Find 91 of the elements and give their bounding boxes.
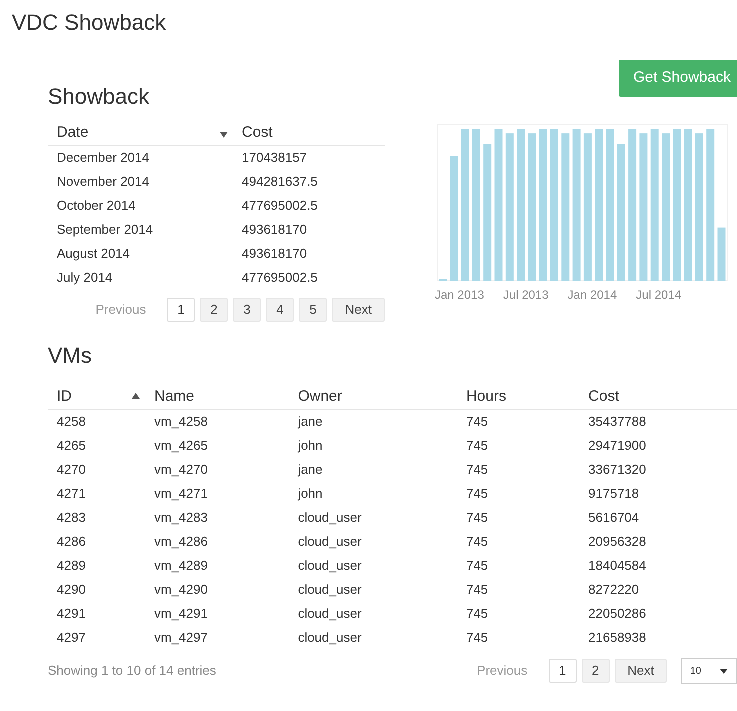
- table-cell-text: vm_4290: [153, 581, 209, 600]
- column-header[interactable]: Date: [57, 122, 220, 144]
- table-cell-text: 9175718: [588, 485, 640, 504]
- table-cell-text: cloud_user: [297, 629, 363, 648]
- bar: [718, 228, 726, 281]
- table-cell-text: August 2014: [56, 245, 132, 264]
- column-header[interactable]: Hours: [466, 386, 580, 408]
- axis-label: Jul 2014: [636, 287, 682, 304]
- table-cell-text: cloud_user: [297, 557, 363, 576]
- axis-label: Jul 2013: [503, 287, 549, 304]
- column-header[interactable]: Cost: [242, 122, 385, 144]
- table-cell-text: 745: [465, 581, 490, 600]
- table-cell-text: vm_4283: [153, 509, 209, 528]
- table-cell-text: john: [297, 485, 324, 504]
- table-cell-text: 745: [465, 557, 490, 576]
- table-info: Showing 1 to 10 of 14 entries: [48, 662, 218, 680]
- page-button[interactable]: 5: [299, 298, 328, 322]
- table-cell-text: 4289: [56, 557, 87, 576]
- table-cell-text: 4265: [56, 437, 87, 456]
- column-header[interactable]: Name: [154, 386, 290, 408]
- table-cell-text: cloud_user: [297, 581, 363, 600]
- table-cell-text: December 2014: [56, 149, 150, 168]
- table-cell-text: 170438157: [241, 149, 308, 168]
- table-cell-text: 493618170: [241, 245, 308, 264]
- table-cell-text: cloud_user: [297, 605, 363, 624]
- table-cell-text: 22050286: [588, 605, 648, 624]
- page-button[interactable]: 1: [548, 659, 577, 683]
- axis-label: Jan 2013: [435, 287, 484, 304]
- table-cell-text: 4270: [56, 461, 87, 480]
- section-heading: VMs: [48, 342, 93, 370]
- table-cell-text: 745: [465, 437, 490, 456]
- column-header[interactable]: Owner: [298, 386, 458, 408]
- table-cell-text: vm_4265: [153, 437, 209, 456]
- table-cell-text: 18404584: [588, 557, 648, 576]
- page-title: VDC Showback: [12, 9, 168, 37]
- table-cell-text: 4291: [56, 605, 87, 624]
- table-cell-text: 21658938: [588, 629, 648, 648]
- table-cell-text: 745: [465, 461, 490, 480]
- table-cell-text: 494281637.5: [241, 173, 319, 192]
- table-cell-text: vm_4271: [153, 485, 209, 504]
- table-cell-text: 745: [465, 485, 490, 504]
- page-button[interactable]: 1: [167, 298, 196, 322]
- table-cell-text: 4271: [56, 485, 87, 504]
- table-cell-text: 745: [465, 413, 490, 432]
- sort-down-icon[interactable]: [220, 132, 228, 138]
- table-cell-text: 477695002.5: [241, 197, 319, 216]
- table-cell-text: October 2014: [56, 197, 137, 216]
- table-cell-text: 35437788: [588, 413, 648, 432]
- table-cell-text: john: [297, 437, 324, 456]
- table-cell-text: vm_4258: [153, 413, 209, 432]
- table-cell-text: cloud_user: [297, 509, 363, 528]
- table-cell-text: November 2014: [56, 173, 150, 192]
- table-cell-text: 745: [465, 533, 490, 552]
- table-cell-text: 20956328: [588, 533, 648, 552]
- table-cell-text: 4297: [56, 629, 87, 648]
- page-button[interactable]: 2: [200, 298, 228, 322]
- sort-up-icon[interactable]: [132, 392, 140, 398]
- table-cell-text: 8272220: [588, 581, 640, 600]
- table-cell-text: July 2014: [56, 269, 114, 288]
- table-cell-text: September 2014: [56, 221, 154, 240]
- table-cell-text: vm_4286: [153, 533, 209, 552]
- table-cell-text: 4258: [56, 413, 87, 432]
- table-cell-text: 33671320: [588, 461, 648, 480]
- table-cell-text: jane: [297, 461, 324, 480]
- table-cell-text: 4283: [56, 509, 87, 528]
- page-button[interactable]: 2: [582, 659, 610, 683]
- section-heading: Showback: [48, 83, 151, 111]
- table-cell-text: 477695002.5: [241, 269, 319, 288]
- next-button[interactable]: Next: [332, 298, 385, 322]
- table-cell-text: 745: [465, 605, 490, 624]
- page-size-select[interactable]: 10: [681, 658, 737, 684]
- table-cell-text: vm_4291: [153, 605, 209, 624]
- table-cell-text: vm_4297: [153, 629, 209, 648]
- next-button[interactable]: Next: [614, 659, 668, 683]
- table-cell-text: 493618170: [241, 221, 308, 240]
- table-cell-text: vm_4270: [153, 461, 209, 480]
- table-cell-text: 29471900: [588, 437, 648, 456]
- page-button[interactable]: 3: [233, 298, 262, 322]
- caret-icon: [720, 668, 728, 674]
- table-cell-text: 4286: [56, 533, 87, 552]
- axis-label: Jan 2014: [568, 287, 618, 304]
- table-cell-text: 5616704: [588, 509, 640, 528]
- table-cell-text: jane: [297, 413, 324, 432]
- table-cell-text: 4290: [56, 581, 87, 600]
- table-cell-text: cloud_user: [297, 533, 363, 552]
- page-button[interactable]: 4: [266, 298, 294, 322]
- column-header[interactable]: ID: [57, 386, 132, 408]
- column-header[interactable]: Cost: [588, 386, 737, 408]
- table-cell-text: 745: [465, 629, 490, 648]
- table-cell-text: 745: [465, 509, 490, 528]
- table-cell-text: vm_4289: [153, 557, 209, 576]
